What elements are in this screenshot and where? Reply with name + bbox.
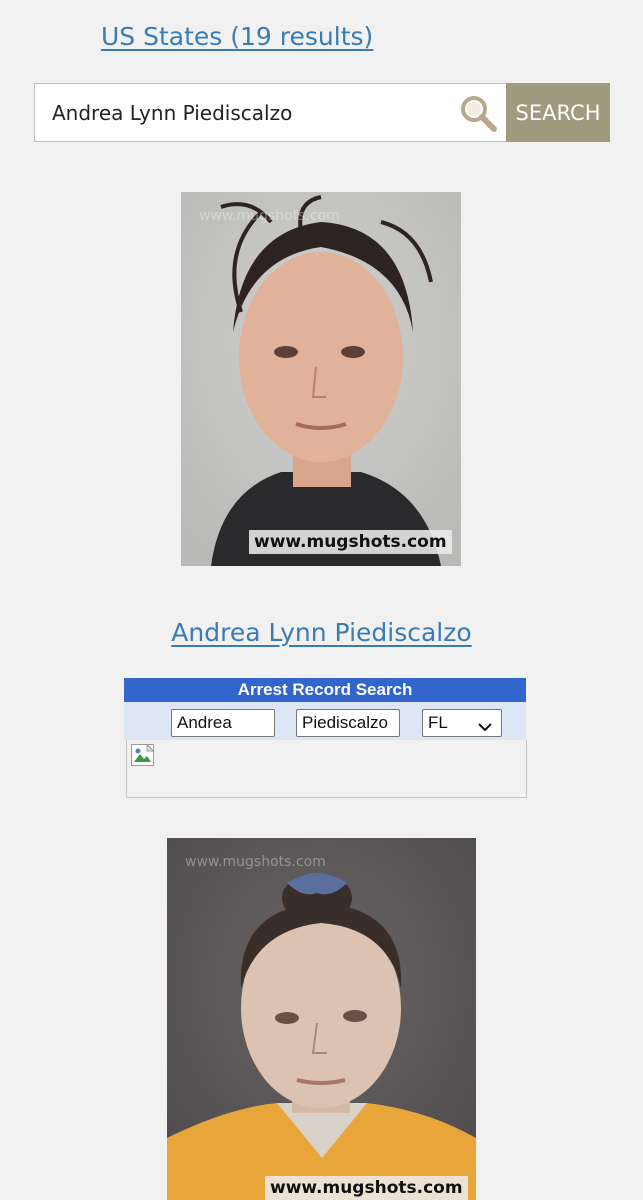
watermark-badge: www.mugshots.com <box>265 1176 468 1200</box>
chevron-down-icon <box>477 716 493 742</box>
first-name-field[interactable] <box>171 709 275 737</box>
state-select-value: FL <box>428 713 448 732</box>
broken-image-icon <box>131 743 157 772</box>
us-states-results-link[interactable]: US States (19 results) <box>101 22 373 51</box>
last-name-field[interactable] <box>296 709 400 737</box>
arrest-search-form: FL <box>124 702 526 740</box>
arrest-result-image-placeholder[interactable] <box>126 740 527 798</box>
mugshot-photo[interactable]: www.mugshots.com www.mugshots.com <box>181 192 461 566</box>
state-select[interactable]: FL <box>422 709 502 737</box>
person-name-link[interactable]: Andrea Lynn Piediscalzo <box>0 618 643 647</box>
mugshot-photo[interactable]: www.mugshots.com www.mugshots.com <box>167 838 476 1200</box>
search-input[interactable] <box>34 83 506 142</box>
watermark-text: www.mugshots.com <box>185 854 326 870</box>
watermark-badge: www.mugshots.com <box>249 530 452 554</box>
search-icon[interactable] <box>458 93 498 133</box>
search-bar: SEARCH <box>34 83 610 142</box>
arrest-record-search-title: Arrest Record Search <box>124 678 526 702</box>
watermark-text: www.mugshots.com <box>199 208 340 224</box>
search-button[interactable]: SEARCH <box>506 83 610 142</box>
arrest-record-search-widget: Arrest Record Search FL <box>124 678 527 798</box>
